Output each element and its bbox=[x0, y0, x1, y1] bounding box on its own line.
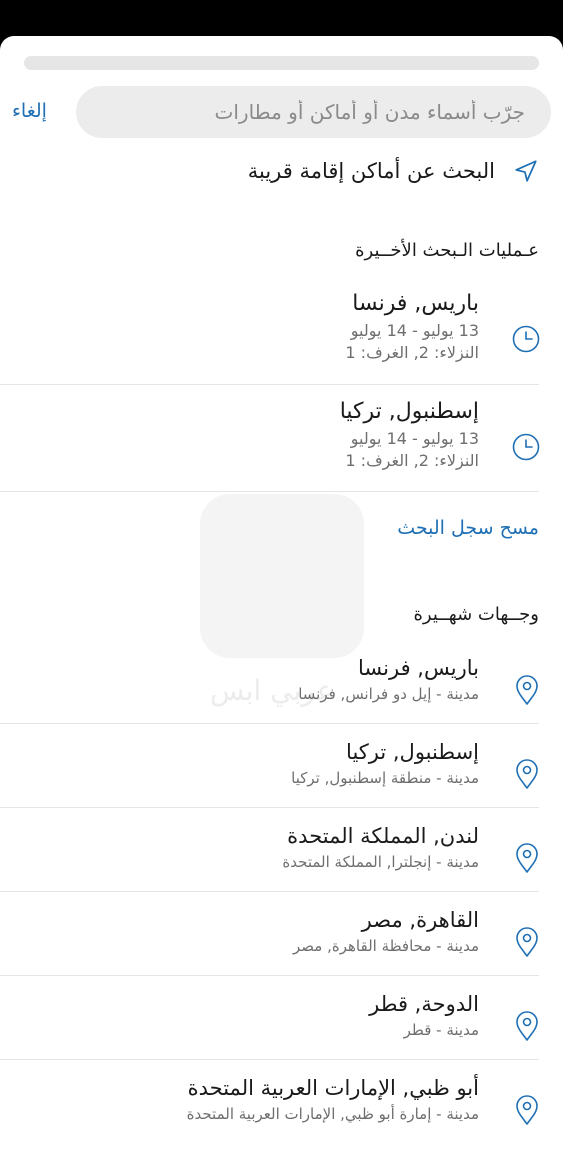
destination-subtitle: مدينة - محافظة القاهرة, مصر bbox=[293, 937, 479, 955]
map-pin-icon bbox=[516, 675, 538, 705]
destination-subtitle: مدينة - إمارة أبو ظبي, الإمارات العربية … bbox=[186, 1105, 479, 1123]
map-pin-icon bbox=[516, 759, 538, 789]
destination-title: إسطنبول, تركيا bbox=[346, 740, 479, 764]
recent-searches-title: عـمليات الـبحث الأخــيرة bbox=[355, 240, 539, 261]
clock-icon bbox=[512, 433, 540, 461]
recent-search-guests: النزلاء: 2, الغرف: 1 bbox=[345, 451, 479, 470]
recent-search-dates: 13 يوليو - 14 يوليو bbox=[350, 321, 479, 340]
map-pin-icon bbox=[516, 1095, 538, 1125]
destination-title: أبو ظبي, الإمارات العربية المتحدة bbox=[187, 1076, 479, 1100]
destination-subtitle: مدينة - قطر bbox=[403, 1021, 479, 1039]
divider bbox=[0, 891, 539, 892]
recent-search-item[interactable]: إسطنبول, تركيا 13 يوليو - 14 يوليو النزل… bbox=[0, 396, 563, 502]
map-pin-icon bbox=[516, 927, 538, 957]
divider bbox=[0, 723, 539, 724]
search-bar: إلغاء bbox=[0, 86, 563, 146]
map-pin-icon bbox=[516, 1011, 538, 1041]
recent-search-title: باريس, فرنسا bbox=[352, 291, 479, 316]
divider bbox=[0, 491, 539, 492]
sheet-handle[interactable] bbox=[24, 56, 539, 70]
divider bbox=[0, 807, 539, 808]
destination-title: باريس, فرنسا bbox=[358, 656, 479, 680]
map-pin-icon bbox=[516, 843, 538, 873]
destination-title: القاهرة, مصر bbox=[361, 908, 479, 932]
divider bbox=[0, 384, 539, 385]
destination-title: الدوحة, قطر bbox=[369, 992, 479, 1016]
destination-item[interactable]: أبو ظبي, الإمارات العربية المتحدة مدينة … bbox=[0, 1072, 563, 1153]
nearby-stays-label: البحث عن أماكن إقامة قريبة bbox=[247, 159, 495, 183]
search-sheet: إلغاء عربي ابس البحث عن أماكن إقامة قريب… bbox=[0, 36, 563, 1153]
popular-destinations-title: وجــهات شهــيرة bbox=[413, 604, 539, 625]
nearby-stays-button[interactable]: البحث عن أماكن إقامة قريبة bbox=[0, 158, 539, 184]
location-arrow-icon bbox=[515, 160, 537, 182]
watermark-logo bbox=[200, 494, 364, 658]
clock-icon bbox=[512, 325, 540, 353]
clear-history-button[interactable]: مسح سجل البحث bbox=[397, 517, 539, 539]
recent-search-title: إسطنبول, تركيا bbox=[339, 399, 479, 424]
recent-search-guests: النزلاء: 2, الغرف: 1 bbox=[345, 343, 479, 362]
cancel-button[interactable]: إلغاء bbox=[12, 100, 47, 122]
divider bbox=[0, 1059, 539, 1060]
divider bbox=[0, 975, 539, 976]
search-input[interactable] bbox=[76, 86, 551, 138]
destination-subtitle: مدينة - إيل دو فرانس, فرنسا bbox=[298, 685, 479, 703]
recent-search-item[interactable]: باريس, فرنسا 13 يوليو - 14 يوليو النزلاء… bbox=[0, 288, 563, 394]
destination-title: لندن, المملكة المتحدة bbox=[287, 824, 479, 848]
recent-search-dates: 13 يوليو - 14 يوليو bbox=[350, 429, 479, 448]
destination-subtitle: مدينة - منطقة إسطنبول, تركيا bbox=[291, 769, 479, 787]
destination-subtitle: مدينة - إنجلترا, المملكة المتحدة bbox=[282, 853, 479, 871]
